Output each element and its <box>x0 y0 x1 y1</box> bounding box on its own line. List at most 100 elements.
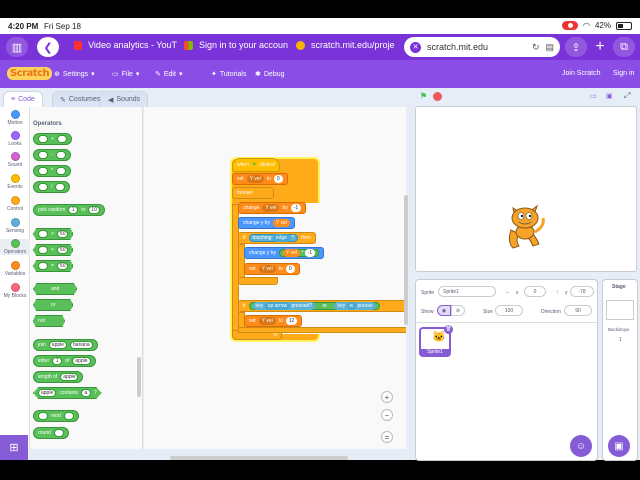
backdrops-label: Backdrops <box>608 327 630 332</box>
scratch-menu-bar: Scratch ⊕ Settings ▾ ▭ File ▾ ✎ Edit ▾ ✦ Tutori… <box>0 60 640 88</box>
category-control[interactable]: Control <box>0 196 30 212</box>
zoom-out-button[interactable]: − <box>381 409 393 421</box>
add-sprite-button[interactable]: ☺ <box>570 435 592 457</box>
code-icon: ≡ <box>11 96 16 103</box>
category-looks[interactable]: Looks <box>0 131 30 147</box>
sprite-name-field[interactable]: Sprite1 <box>438 286 496 297</box>
address-bar[interactable]: ✕ scratch.mit.edu ↻ ▤ <box>404 37 560 57</box>
show-visible-button[interactable]: ◉ <box>437 305 451 316</box>
large-stage-icon[interactable]: ▣ <box>606 92 613 100</box>
set-var-zero-block[interactable]: set Y vel to 0 <box>244 263 300 275</box>
forever-block[interactable]: forever <box>232 187 274 199</box>
length-of-block[interactable]: length of apple <box>33 371 84 383</box>
palette-scrollbar[interactable] <box>137 357 141 397</box>
lightbulb-icon: ✦ <box>211 71 217 78</box>
change-y-block[interactable]: change y by Y vel <box>238 217 295 229</box>
green-flag-button[interactable]: ⚑ <box>418 91 429 102</box>
category-sound[interactable]: Sound <box>0 152 30 168</box>
workspace-horizontal-scrollbar[interactable] <box>170 456 348 460</box>
less-than-block[interactable]: <50 <box>33 244 74 256</box>
tab-code[interactable]: ≡ Code <box>3 91 43 107</box>
subtract-block[interactable]: - <box>33 149 71 161</box>
set-var-twelve-block[interactable]: set Y vel to 12 <box>244 315 303 327</box>
script-workspace[interactable]: ↺ when ⚑ clicked set Y vel to 0 forever chang… <box>144 107 406 449</box>
not-block[interactable]: not <box>33 315 65 327</box>
reload-icon[interactable]: ↻ <box>532 42 540 53</box>
tab-sounds[interactable]: ◀ Sounds <box>100 91 149 107</box>
round-block[interactable]: round <box>33 427 69 439</box>
if-then-block[interactable]: if touching edge ? then <box>238 232 316 244</box>
status-bar: 4:20 PM Fri Sep 18 ◠ 42% <box>0 18 640 34</box>
equals-block[interactable]: = 50 <box>33 260 74 272</box>
stop-button[interactable] <box>433 92 442 101</box>
small-stage-icon[interactable]: ▭ <box>590 92 597 100</box>
direction-field[interactable]: 90 <box>564 305 592 316</box>
new-tab-icon[interactable]: + <box>589 37 611 57</box>
microsoft-icon <box>184 40 193 50</box>
and-block[interactable]: and <box>33 283 78 295</box>
mod-block[interactable]: mod <box>33 410 79 422</box>
workspace-vertical-scrollbar[interactable] <box>404 195 408 325</box>
back-button[interactable]: ❮ <box>37 37 59 57</box>
category-sensing[interactable]: Sensing <box>0 218 30 234</box>
add-backdrop-button[interactable]: ▣ <box>608 435 630 457</box>
or-block[interactable]: or <box>33 299 74 311</box>
category-events[interactable]: Events <box>0 174 30 190</box>
share-icon[interactable]: ⇪ <box>565 37 587 57</box>
block-palette: Operators + - * / pick random 1 to 10 >50 <… <box>30 107 143 449</box>
category-my-blocks[interactable]: My Blocks <box>0 283 30 299</box>
category-menu: Motion Looks Sound Events Control Sensin… <box>0 107 30 449</box>
tab-title: scratch.mit.edu/proje <box>311 40 395 50</box>
stage-canvas[interactable] <box>415 106 637 272</box>
y-position-field[interactable]: -78 <box>570 286 594 297</box>
cat-thumbnail-icon: 🐱 <box>432 331 446 343</box>
change-var-block[interactable]: change Y vel by -1 <box>238 202 307 214</box>
touching-edge-block[interactable]: touching edge ? <box>248 234 299 242</box>
browser-tab-signin[interactable]: Sign in to your accoun <box>184 40 288 50</box>
category-motion[interactable]: Motion <box>0 110 30 126</box>
x-position-field[interactable]: 0 <box>524 286 546 297</box>
file-menu[interactable]: ▭ File ▾ <box>112 70 139 79</box>
bug-icon: ✱ <box>255 71 261 78</box>
add-extension-button[interactable]: ⊞ <box>0 435 28 460</box>
sprite-tile[interactable]: 🐱 Sprite1 🗑 <box>419 325 453 357</box>
zoom-in-button[interactable]: + <box>381 391 393 403</box>
sign-in-link[interactable]: Sign in <box>613 70 634 77</box>
divide-block[interactable]: / <box>33 181 71 193</box>
tutorials-button[interactable]: ✦ Tutorials <box>211 70 246 79</box>
reader-icon[interactable]: ▤ <box>545 42 554 53</box>
add-block[interactable]: + <box>33 133 72 145</box>
scratch-cat-sprite[interactable] <box>499 202 549 254</box>
stage-selector-pane[interactable]: Stage Backdrops 1 <box>602 279 638 461</box>
category-operators[interactable]: Operators <box>0 239 30 255</box>
scratch-logo[interactable]: Scratch <box>7 67 53 80</box>
pick-random-block[interactable]: pick random 1 to 10 <box>33 204 105 216</box>
multiply-block[interactable]: * <box>33 165 71 177</box>
zoom-reset-button[interactable]: = <box>381 431 393 443</box>
tab-overview-icon[interactable]: ⧉ <box>613 37 635 57</box>
delete-sprite-icon[interactable]: 🗑 <box>444 325 453 334</box>
fullscreen-icon[interactable]: ⤢ <box>624 91 630 101</box>
close-tab-icon[interactable]: ✕ <box>410 41 421 53</box>
size-field[interactable]: 100 <box>495 305 523 316</box>
category-variables[interactable]: Variables <box>0 261 30 277</box>
browser-tab-scratch[interactable]: scratch.mit.edu/proje <box>296 40 400 50</box>
letter-of-block[interactable]: letter 1 of apple <box>33 355 96 367</box>
set-var-block[interactable]: set Y vel to 0 <box>232 173 288 185</box>
stage-thumbnail[interactable] <box>606 300 634 320</box>
settings-menu[interactable]: ⊕ Settings ▾ <box>54 70 95 79</box>
change-y-by-multiply-block[interactable]: change y by Y vel * -1 <box>244 247 325 259</box>
debug-button[interactable]: ✱ Debug <box>255 70 285 79</box>
address-url[interactable]: scratch.mit.edu <box>427 42 488 52</box>
sprite-info-pane: Sprite Sprite1 ↔ x 0 ↕ y -78 Show ◉ ⊘ Si… <box>415 279 598 461</box>
greater-than-block[interactable]: >50 <box>33 228 74 240</box>
contains-block[interactable]: apple contains a? <box>33 387 102 399</box>
sidebar-toggle-icon[interactable]: ▥ <box>6 37 28 57</box>
when-flag-clicked-block[interactable]: when ⚑ clicked <box>232 158 280 172</box>
browser-tab-youtube[interactable]: Video analytics - YouT <box>74 40 177 50</box>
edit-menu[interactable]: ✎ Edit ▾ <box>155 70 182 79</box>
show-hidden-button[interactable]: ⊘ <box>451 305 465 316</box>
join-scratch-link[interactable]: Join Scratch <box>562 70 601 77</box>
if-key-pressed-block[interactable]: if key up arrow pressed? or key w presse <box>238 300 406 312</box>
join-block[interactable]: join apple banana <box>33 339 98 351</box>
